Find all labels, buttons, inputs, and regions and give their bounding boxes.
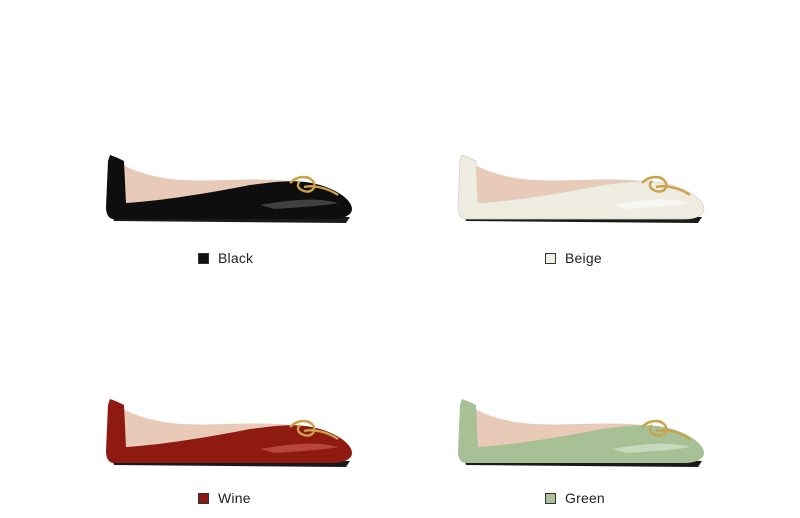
shoe-image-black — [106, 155, 352, 223]
shoe-image-wine — [106, 399, 352, 467]
color-name: Wine — [218, 490, 251, 506]
shoe-image-green — [458, 399, 704, 467]
swatch-wine — [198, 492, 209, 504]
color-name: Green — [565, 490, 605, 506]
swatch-green — [545, 492, 556, 504]
product-wine: Wine — [0, 259, 400, 518]
product-green: Green — [400, 259, 800, 518]
color-label-wine: Wine — [198, 490, 251, 506]
shoe-image-beige — [457, 154, 705, 223]
product-black: Black — [0, 0, 400, 266]
product-beige: Beige — [400, 0, 800, 266]
color-label-green: Green — [545, 490, 605, 506]
